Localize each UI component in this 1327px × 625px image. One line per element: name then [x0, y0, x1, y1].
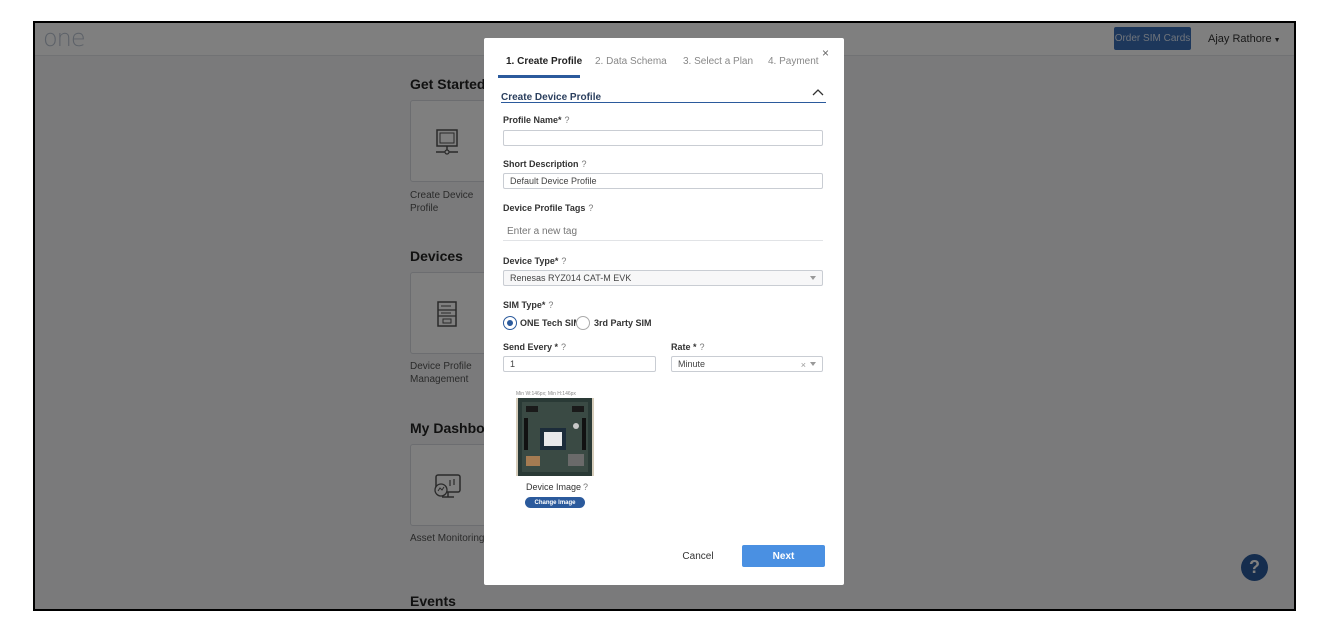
short-description-input[interactable]: Default Device Profile	[503, 173, 823, 189]
help-icon[interactable]: ?	[700, 342, 705, 352]
tab-data-schema[interactable]: 2. Data Schema	[595, 56, 667, 67]
help-icon[interactable]: ?	[588, 203, 593, 213]
tab-payment[interactable]: 4. Payment	[768, 56, 819, 67]
help-icon[interactable]: ?	[565, 115, 570, 125]
profile-name-input[interactable]	[503, 130, 823, 146]
device-type-select[interactable]: Renesas RYZ014 CAT-M EVK	[503, 270, 823, 286]
device-image	[516, 398, 594, 476]
image-size-note: Min W:146px; Min H:146px	[516, 391, 576, 397]
dropdown-arrow-icon	[810, 276, 816, 280]
clear-icon[interactable]: ×	[801, 358, 806, 372]
send-every-label: Send Every *?	[503, 342, 567, 352]
next-button[interactable]: Next	[742, 545, 825, 567]
radio-one-tech-sim[interactable]	[503, 316, 517, 330]
device-image-label: Device Image?	[526, 482, 589, 492]
tab-create-profile[interactable]: 1. Create Profile	[506, 56, 582, 67]
tab-select-a-plan[interactable]: 3. Select a Plan	[683, 56, 753, 67]
device-board-picture	[516, 398, 594, 476]
section-header-create-device-profile[interactable]: Create Device Profile	[501, 87, 826, 103]
help-icon[interactable]: ?	[548, 300, 553, 310]
chevron-up-icon[interactable]	[812, 87, 824, 97]
dropdown-arrow-icon	[810, 362, 816, 366]
radio-label-3rd-party-sim[interactable]: 3rd Party SIM	[594, 318, 652, 328]
create-profile-modal: 1. Create Profile 2. Data Schema 3. Sele…	[484, 38, 844, 585]
change-image-button[interactable]: Change Image	[525, 497, 585, 508]
help-icon[interactable]: ?	[583, 482, 588, 492]
help-icon[interactable]: ?	[561, 342, 566, 352]
send-every-input[interactable]: 1	[503, 356, 656, 372]
device-type-label: Device Type*?	[503, 256, 567, 266]
wizard-tabs: 1. Create Profile 2. Data Schema 3. Sele…	[498, 54, 828, 78]
close-icon[interactable]: ×	[822, 46, 829, 60]
rate-label: Rate *?	[671, 342, 705, 352]
short-description-label: Short Description?	[503, 159, 587, 169]
sim-type-label: SIM Type*?	[503, 300, 554, 310]
device-type-value: Renesas RYZ014 CAT-M EVK	[510, 273, 632, 283]
rate-select[interactable]: Minute ×	[671, 356, 823, 372]
help-icon[interactable]: ?	[582, 159, 587, 169]
tag-input[interactable]	[503, 222, 823, 241]
profile-name-label: Profile Name*?	[503, 115, 570, 125]
help-icon[interactable]: ?	[561, 256, 566, 266]
radio-3rd-party-sim[interactable]	[576, 316, 590, 330]
active-tab-indicator	[498, 75, 580, 78]
device-profile-tags-label: Device Profile Tags?	[503, 203, 594, 213]
radio-label-one-tech-sim[interactable]: ONE Tech SIM	[520, 318, 581, 328]
cancel-button[interactable]: Cancel	[678, 548, 718, 564]
rate-value: Minute	[678, 359, 706, 369]
app-window: one Order SIM Cards Ajay Rathore▼ Get St…	[33, 21, 1296, 611]
section-header-title: Create Device Profile	[501, 92, 602, 103]
